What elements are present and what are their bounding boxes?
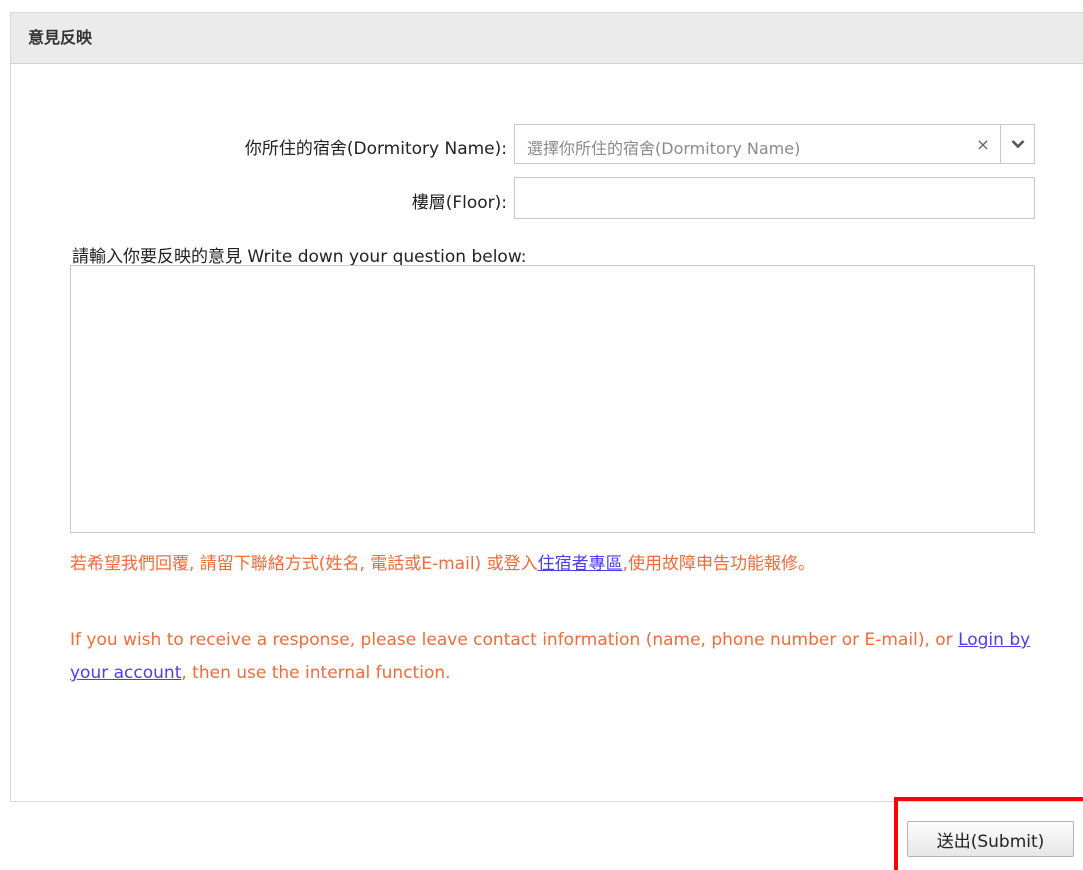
- floor-label: 樓層(Floor):: [411, 193, 507, 213]
- clear-icon[interactable]: ×: [968, 125, 998, 163]
- question-label: 請輸入你要反映的意見 Write down your question belo…: [72, 247, 527, 267]
- contact-notice-zh: 若希望我們回覆, 請留下聯絡方式(姓名, 電話或E-mail) 或登入住宿者專區…: [70, 548, 1040, 581]
- dormitory-label: 你所住的宿舍(Dormitory Name):: [244, 139, 507, 159]
- contact-notice-zh-text: 若希望我們回覆, 請留下聯絡方式(姓名, 電話或E-mail) 或登入: [70, 554, 538, 574]
- dormitory-select[interactable]: 選擇你所住的宿舍(Dormitory Name) ×: [514, 124, 1035, 164]
- submit-button[interactable]: 送出(Submit): [907, 821, 1074, 857]
- contact-notice-en-text-end: , then use the internal function.: [181, 663, 451, 683]
- chevron-down-icon[interactable]: [1000, 125, 1034, 163]
- contact-notice-en-text: If you wish to receive a response, pleas…: [70, 630, 959, 650]
- question-textarea[interactable]: [70, 265, 1035, 533]
- contact-notice-zh-text-end: ,使用故障申告功能報修。: [622, 554, 815, 574]
- resident-area-link[interactable]: 住宿者專區: [538, 554, 623, 574]
- floor-input[interactable]: [514, 177, 1035, 219]
- panel-title: 意見反映: [11, 13, 1083, 64]
- dormitory-select-placeholder: 選擇你所住的宿舍(Dormitory Name): [527, 139, 801, 158]
- contact-notice-en: If you wish to receive a response, pleas…: [70, 624, 1040, 690]
